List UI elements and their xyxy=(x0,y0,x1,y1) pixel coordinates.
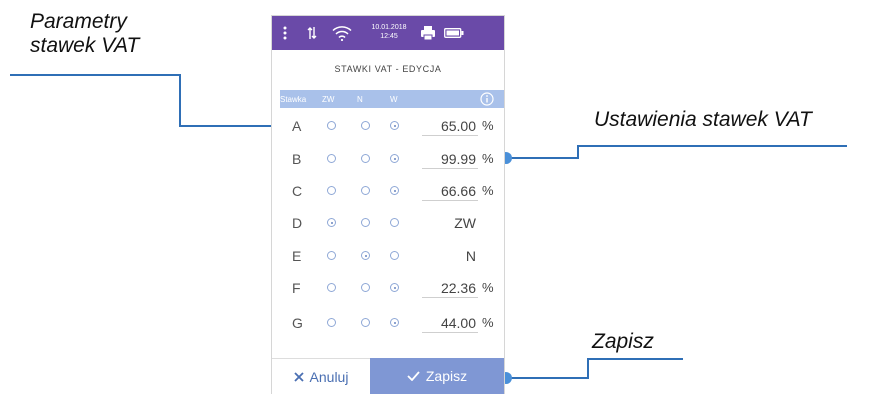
rate-letter: A xyxy=(292,118,302,134)
footer-actions: Anuluj Zapisz xyxy=(272,358,504,394)
table-row: B 99.99 % xyxy=(272,143,504,175)
radio-zw[interactable] xyxy=(327,283,336,292)
table-row: E N xyxy=(272,240,504,272)
table-header: Stawka ZW N W xyxy=(280,90,504,108)
callout-line xyxy=(577,145,847,147)
save-button[interactable]: Zapisz xyxy=(370,358,504,394)
callout-line xyxy=(10,74,180,76)
wifi-icon xyxy=(332,24,352,42)
radio-n[interactable] xyxy=(361,186,370,195)
menu-dots-icon[interactable] xyxy=(280,24,290,42)
radio-n[interactable] xyxy=(361,218,370,227)
device-screen: 10.01.2018 12:45 STAWKI VAT - EDYCJA Sta… xyxy=(272,16,504,394)
table-row: D ZW xyxy=(272,207,504,239)
status-datetime: 10.01.2018 12:45 xyxy=(371,23,407,41)
radio-w[interactable] xyxy=(390,283,399,292)
radio-zw[interactable] xyxy=(327,251,336,260)
save-label: Zapisz xyxy=(425,368,468,384)
radio-w[interactable] xyxy=(390,121,399,130)
callout-line xyxy=(179,125,277,127)
radio-n[interactable] xyxy=(361,283,370,292)
table-row: F 22.36 % xyxy=(272,272,504,304)
radio-n[interactable] xyxy=(361,154,370,163)
header-n: N xyxy=(357,95,363,104)
page-title: STAWKI VAT - EDYCJA xyxy=(334,64,442,74)
radio-n[interactable] xyxy=(361,251,370,260)
rate-letter: D xyxy=(292,215,303,231)
rate-letter: B xyxy=(292,151,302,167)
callout-line xyxy=(587,358,589,379)
close-icon xyxy=(293,369,304,385)
header-w: W xyxy=(390,95,398,104)
cancel-label: Anuluj xyxy=(309,369,349,385)
transfer-icon xyxy=(306,24,318,42)
status-bar: 10.01.2018 12:45 xyxy=(272,16,504,50)
cancel-button[interactable]: Anuluj xyxy=(272,358,370,394)
radio-zw[interactable] xyxy=(327,121,336,130)
rate-value-input[interactable]: 99.99 xyxy=(422,149,478,169)
callout-parametry: Parametry stawek VAT xyxy=(30,10,140,57)
radio-w[interactable] xyxy=(390,186,399,195)
rate-letter: F xyxy=(292,280,301,296)
rate-value-input[interactable]: 44.00 xyxy=(422,313,478,333)
rate-value-input[interactable]: 66.66 xyxy=(422,181,478,201)
printer-icon xyxy=(419,24,437,42)
table-row: G 44.00 % xyxy=(272,307,504,339)
callout-line xyxy=(509,377,588,379)
callout-line xyxy=(179,74,181,126)
header-zw: ZW xyxy=(322,95,335,104)
rate-unit: % xyxy=(482,315,494,330)
header-stawka: Stawka xyxy=(280,95,307,104)
callout-ustawienia: Ustawienia stawek VAT xyxy=(594,108,812,131)
rate-letter: E xyxy=(292,248,302,264)
battery-icon xyxy=(443,24,465,42)
radio-zw[interactable] xyxy=(327,186,336,195)
table-row: C 66.66 % xyxy=(272,175,504,207)
table-row: A 65.00 % xyxy=(272,110,504,142)
info-icon[interactable] xyxy=(480,92,494,108)
rate-unit: % xyxy=(482,280,494,295)
radio-w[interactable] xyxy=(390,318,399,327)
status-time: 12:45 xyxy=(380,33,398,40)
radio-w[interactable] xyxy=(390,251,399,260)
radio-zw[interactable] xyxy=(327,318,336,327)
radio-w[interactable] xyxy=(390,154,399,163)
check-icon xyxy=(407,368,420,384)
rate-unit: % xyxy=(482,118,494,133)
radio-w[interactable] xyxy=(390,218,399,227)
rate-value: ZW xyxy=(454,215,476,231)
rate-value-input[interactable]: 22.36 xyxy=(422,278,478,298)
rate-unit: % xyxy=(482,183,494,198)
callout-line xyxy=(587,358,683,360)
rate-letter: C xyxy=(292,183,303,199)
status-date: 10.01.2018 xyxy=(371,24,407,31)
radio-n[interactable] xyxy=(361,318,370,327)
rate-letter: G xyxy=(292,315,303,331)
rate-value: N xyxy=(465,248,476,264)
rate-value-input[interactable]: 65.00 xyxy=(422,116,478,136)
callout-line xyxy=(509,157,578,159)
radio-zw[interactable] xyxy=(327,218,336,227)
rate-unit: % xyxy=(482,151,494,166)
callout-zapisz: Zapisz xyxy=(592,330,654,353)
radio-zw[interactable] xyxy=(327,154,336,163)
radio-n[interactable] xyxy=(361,121,370,130)
callout-line xyxy=(577,145,579,159)
